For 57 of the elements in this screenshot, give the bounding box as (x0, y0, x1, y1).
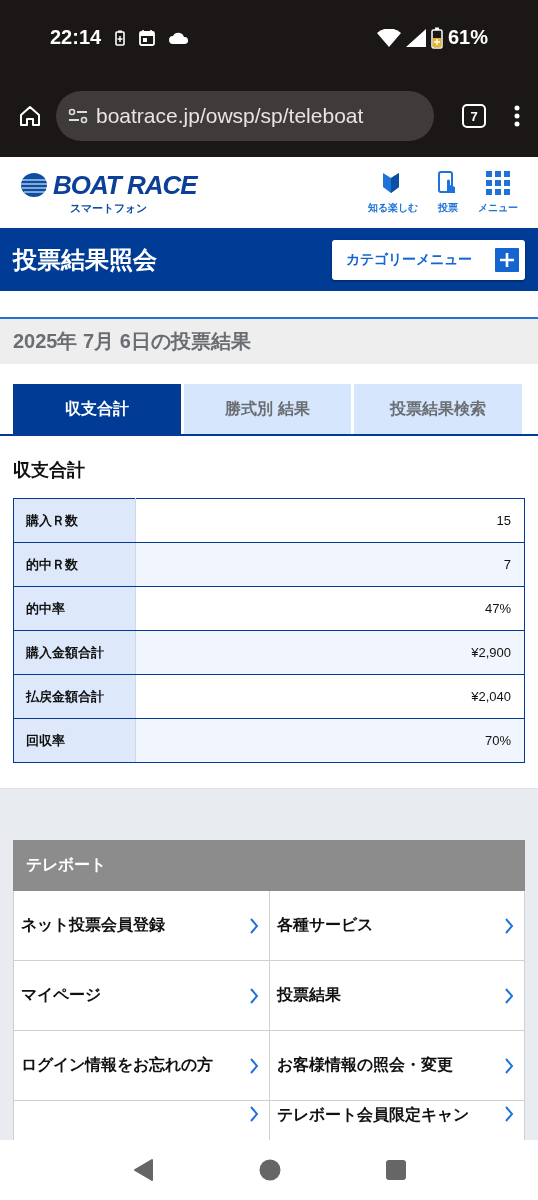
site-settings-icon[interactable] (68, 108, 88, 124)
date-heading: 2025年 7月 6日の投票結果 (0, 317, 538, 364)
chevron-right-icon (504, 1056, 514, 1075)
table-cell: ¥2,040 (135, 674, 525, 719)
menu-link[interactable]: マイページ (14, 961, 270, 1031)
address-bar[interactable]: boatrace.jp/owsp/sp/teleboat (56, 91, 434, 141)
battery-icon (430, 26, 443, 49)
nav-link[interactable]: メニュー (478, 200, 518, 215)
tab[interactable]: 勝式別 結果 (183, 384, 352, 434)
logo-subtitle: スマートフォン (69, 200, 147, 216)
battery-level: 61% (447, 26, 488, 49)
chevron-right-icon (248, 1056, 259, 1075)
tab[interactable]: 投票結果検索 (354, 384, 522, 434)
category-menu-button[interactable]: カテゴリーメニュー (332, 239, 525, 280)
menu-link[interactable]: ネット投票会員登録 (14, 891, 270, 961)
grid-menu-icon[interactable] (486, 170, 510, 195)
home-icon[interactable] (18, 104, 42, 128)
table-cell: 7 (135, 542, 525, 587)
chevron-right-icon (248, 916, 259, 935)
section-heading: 収支合計 (12, 459, 86, 482)
table-cell: 70% (135, 718, 525, 763)
battery-icon (115, 29, 126, 46)
table-cell: ¥2,900 (135, 630, 525, 675)
back-icon[interactable] (132, 1158, 154, 1182)
chevron-right-icon (248, 1105, 259, 1123)
chevron-right-icon (504, 986, 514, 1005)
chevron-right-icon (504, 916, 514, 935)
row-label: 回収率 (13, 718, 136, 763)
tab-count-button[interactable]: 7 (462, 104, 486, 128)
nav-link[interactable]: 投票 (438, 200, 458, 215)
wifi-icon (376, 28, 401, 47)
calendar-icon (139, 29, 156, 46)
row-label: 払戻金額合計 (13, 674, 136, 719)
panel-header: テレボート (13, 840, 525, 891)
page-title: 投票結果照会 (13, 244, 157, 275)
row-label: 的中率 (13, 586, 136, 631)
table-cell: 15 (135, 498, 525, 543)
nav-link[interactable]: 知る楽しむ (368, 200, 418, 215)
chevron-right-icon (248, 986, 259, 1005)
menu-link[interactable]: お客様情報の照会・変更 (269, 1031, 525, 1101)
menu-link[interactable]: ログイン情報をお忘れの方 (14, 1031, 270, 1101)
url-text: boatrace.jp/owsp/sp/teleboat (96, 104, 364, 128)
row-label: 的中Ｒ数 (13, 542, 136, 587)
logo-icon (20, 172, 50, 198)
signal-icon (405, 28, 426, 47)
logo-text: BOAT RACE (53, 169, 197, 201)
clock-time: 22:14 (50, 26, 102, 49)
menu-link[interactable]: 投票結果 (269, 961, 525, 1031)
menu-link[interactable]: 各種サービス (269, 891, 525, 961)
cloud-icon (169, 31, 190, 44)
chevron-right-icon (504, 1105, 514, 1123)
tab[interactable]: 収支合計 (13, 384, 181, 434)
table-cell: 47% (135, 586, 525, 631)
row-label: 購入金額合計 (13, 630, 136, 675)
plus-icon (495, 247, 519, 272)
row-label: 購入Ｒ数 (13, 498, 136, 543)
more-menu-icon[interactable] (514, 105, 520, 127)
